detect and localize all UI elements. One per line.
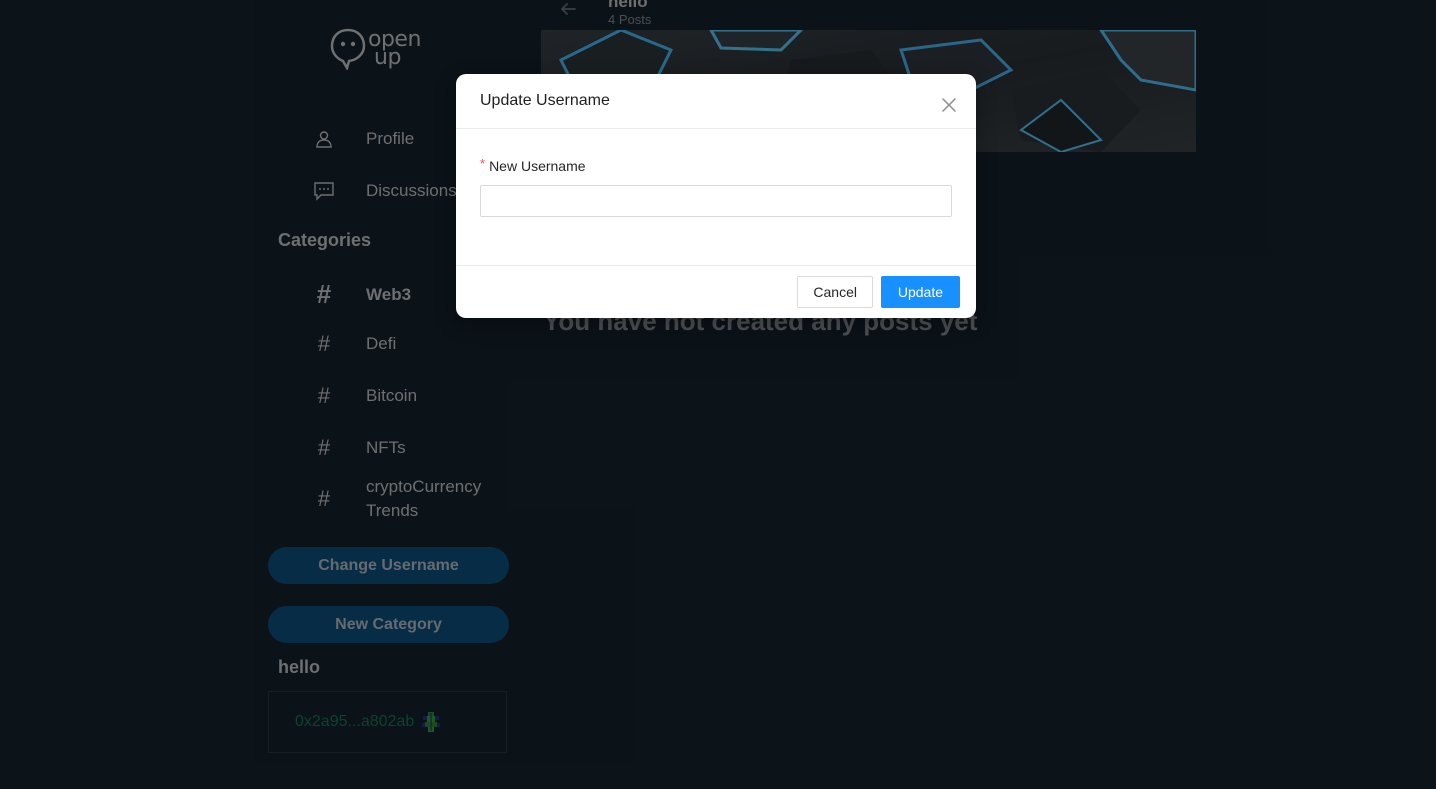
field-label-text: New Username (489, 158, 586, 174)
modal-header: Update Username (456, 74, 976, 129)
app-root: open up Profile Discussions Categories # (0, 0, 1436, 789)
new-username-input[interactable] (480, 185, 952, 217)
cancel-button[interactable]: Cancel (797, 276, 873, 308)
close-icon[interactable] (942, 98, 956, 112)
modal-title: Update Username (480, 92, 610, 109)
update-username-modal: Update Username * New Username Cancel Upd… (456, 74, 976, 318)
required-mark: * (480, 156, 486, 171)
modal-footer: Cancel Update (456, 265, 976, 319)
new-username-label: * New Username (480, 156, 586, 174)
update-button[interactable]: Update (880, 276, 960, 308)
